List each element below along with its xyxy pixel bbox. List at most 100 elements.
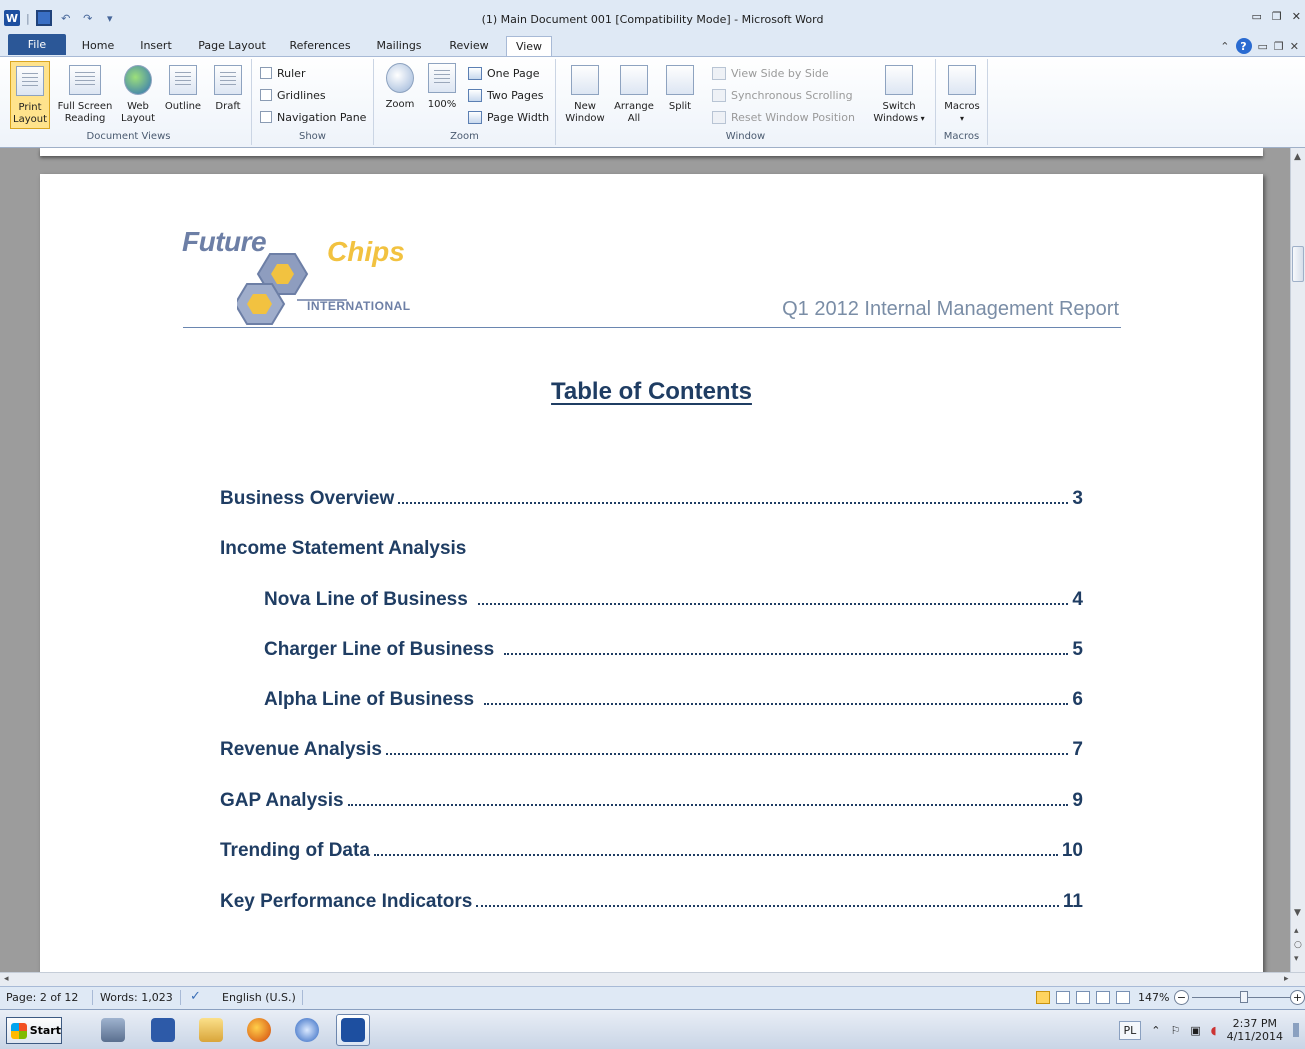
ribbon-collapse-icon[interactable]: ⌃ (1220, 40, 1229, 53)
button-label: Macros (944, 101, 980, 112)
toc-entry-label: Income Statement Analysis (220, 538, 467, 559)
volume-muted-icon[interactable]: ◖ (1211, 1024, 1217, 1037)
toc-entry[interactable]: GAP Analysis 9 (220, 786, 1083, 812)
tab-mailings[interactable]: Mailings (370, 36, 428, 56)
logo-chips-text: Chips (327, 236, 405, 267)
clock[interactable]: 2:37 PM 4/11/2014 (1227, 1017, 1283, 1043)
button-label: Layout (13, 114, 47, 125)
arrange-all-button[interactable]: Arrange All (610, 61, 658, 125)
split-button[interactable]: Split (662, 61, 698, 113)
tab-insert[interactable]: Insert (134, 36, 178, 56)
zoom-level[interactable]: 147% (1138, 991, 1169, 1004)
synchronous-scrolling-button[interactable]: Synchronous Scrolling (712, 85, 853, 105)
show-hidden-icons-icon[interactable]: ⌃ (1151, 1024, 1160, 1037)
scroll-down-icon[interactable]: ▼ (1294, 908, 1301, 918)
draft-button[interactable]: Draft (208, 61, 248, 113)
select-browse-object-icon[interactable]: ○ (1294, 940, 1302, 950)
action-center-flag-icon[interactable]: ⚐ (1171, 1024, 1181, 1037)
tab-page-layout[interactable]: Page Layout (194, 36, 270, 56)
draft-view-icon[interactable] (1116, 991, 1130, 1004)
document-page[interactable]: Future Chips INTERNATIONAL Q1 2012 Inter… (40, 174, 1263, 972)
restore-icon[interactable]: ❐ (1272, 10, 1282, 23)
scroll-up-icon[interactable]: ▲ (1294, 152, 1301, 162)
tab-file[interactable]: File (8, 34, 66, 55)
doc-close-icon[interactable]: ✕ (1290, 40, 1299, 53)
vertical-scrollbar[interactable]: ▲ ▼ ▴ ○ ▾ (1290, 148, 1305, 972)
toc-entry[interactable]: Business Overview 3 (220, 484, 1083, 510)
server-manager-icon[interactable] (96, 1014, 130, 1046)
start-button[interactable]: Start (6, 1017, 62, 1044)
logo-international-text: INTERNATIONAL (307, 299, 411, 313)
page-width-button[interactable]: Page Width (468, 107, 549, 127)
minimize-icon[interactable]: ▭ (1252, 10, 1262, 23)
group-window: New Window Arrange All Split View Side b… (556, 59, 936, 145)
input-language[interactable]: PL (1118, 1020, 1142, 1040)
powershell-icon[interactable] (146, 1014, 180, 1046)
scroll-right-icon[interactable]: ▸ (1284, 974, 1289, 984)
ribbon: Print Layout Full Screen Reading Web Lay… (0, 56, 1305, 148)
previous-page-icon[interactable]: ▴ (1294, 926, 1299, 936)
zoom-slider-thumb[interactable] (1240, 991, 1248, 1003)
reset-window-position-button[interactable]: Reset Window Position (712, 107, 855, 127)
language-indicator[interactable]: English (U.S.) (222, 991, 296, 1004)
outline-view-icon[interactable] (1096, 991, 1110, 1004)
button-label: Arrange (614, 101, 654, 112)
switch-windows-button[interactable]: Switch Windows ▾ (868, 61, 930, 125)
close-icon[interactable]: ✕ (1292, 10, 1301, 23)
checkbox-label: Navigation Pane (277, 110, 367, 124)
divider (180, 990, 181, 1005)
app-circle-icon[interactable] (290, 1014, 324, 1046)
word-taskbar-icon[interactable] (336, 1014, 370, 1046)
button-label: Split (668, 101, 692, 112)
zoom-button[interactable]: Zoom (382, 61, 418, 111)
toc-entry[interactable]: Trending of Data 10 (220, 836, 1083, 862)
toc-entry-page: 3 (1072, 488, 1083, 509)
help-icon[interactable]: ? (1235, 38, 1252, 54)
network-icon[interactable]: ▣ (1190, 1024, 1200, 1037)
tab-references[interactable]: References (284, 36, 356, 56)
zoom-in-icon[interactable]: + (1290, 990, 1305, 1005)
outline-button[interactable]: Outline (160, 61, 206, 113)
toc-entry[interactable]: Charger Line of Business 5 (264, 635, 1083, 661)
web-layout-button[interactable]: Web Layout (118, 61, 158, 125)
new-window-button[interactable]: New Window (562, 61, 608, 125)
one-page-button[interactable]: One Page (468, 63, 540, 83)
zoom-100-button[interactable]: 100% (424, 61, 460, 111)
doc-restore-icon[interactable]: ❐ (1274, 40, 1284, 53)
full-screen-reading-button[interactable]: Full Screen Reading (56, 61, 114, 125)
button-label: Reading (64, 113, 106, 124)
full-screen-view-icon[interactable] (1056, 991, 1070, 1004)
button-label: Two Pages (487, 88, 544, 102)
zoom-out-icon[interactable]: − (1174, 990, 1189, 1005)
scrollbar-thumb[interactable] (1292, 246, 1304, 282)
two-pages-button[interactable]: Two Pages (468, 85, 543, 105)
toc-entry[interactable]: Alpha Line of Business 6 (264, 685, 1083, 711)
tab-home[interactable]: Home (78, 36, 118, 56)
toc-entry[interactable]: Nova Line of Business 4 (264, 585, 1083, 611)
explorer-folder-icon[interactable] (194, 1014, 228, 1046)
show-desktop-icon[interactable] (1293, 1023, 1299, 1037)
next-page-icon[interactable]: ▾ (1294, 954, 1299, 964)
tab-view[interactable]: View (506, 36, 552, 56)
word-count[interactable]: Words: 1,023 (100, 991, 173, 1004)
document-workspace[interactable]: Future Chips INTERNATIONAL Q1 2012 Inter… (0, 148, 1290, 972)
toc-entry[interactable]: Key Performance Indicators 11 (220, 887, 1083, 913)
print-layout-view-icon[interactable] (1036, 991, 1050, 1004)
ruler-checkbox[interactable]: Ruler (260, 63, 305, 83)
macros-button[interactable]: Macros ▾ (942, 61, 982, 125)
horizontal-scrollbar[interactable]: ◂ ▸ (0, 972, 1305, 986)
view-side-by-side-button[interactable]: View Side by Side (712, 63, 829, 83)
scroll-left-icon[interactable]: ◂ (4, 974, 9, 984)
gridlines-checkbox[interactable]: Gridlines (260, 85, 326, 105)
proofing-icon[interactable]: ✓ (190, 989, 201, 1004)
firefox-icon[interactable] (242, 1014, 276, 1046)
toc-entry[interactable]: Revenue Analysis 7 (220, 735, 1083, 761)
print-layout-button[interactable]: Print Layout (10, 61, 50, 129)
navigation-pane-checkbox[interactable]: Navigation Pane (260, 107, 366, 127)
web-layout-view-icon[interactable] (1076, 991, 1090, 1004)
toc-entry[interactable]: Income Statement Analysis (220, 534, 1083, 560)
print-layout-icon (16, 66, 44, 96)
page-count[interactable]: Page: 2 of 12 (6, 991, 78, 1004)
doc-minimize-icon[interactable]: ▭ (1258, 40, 1268, 53)
tab-review[interactable]: Review (444, 36, 494, 56)
